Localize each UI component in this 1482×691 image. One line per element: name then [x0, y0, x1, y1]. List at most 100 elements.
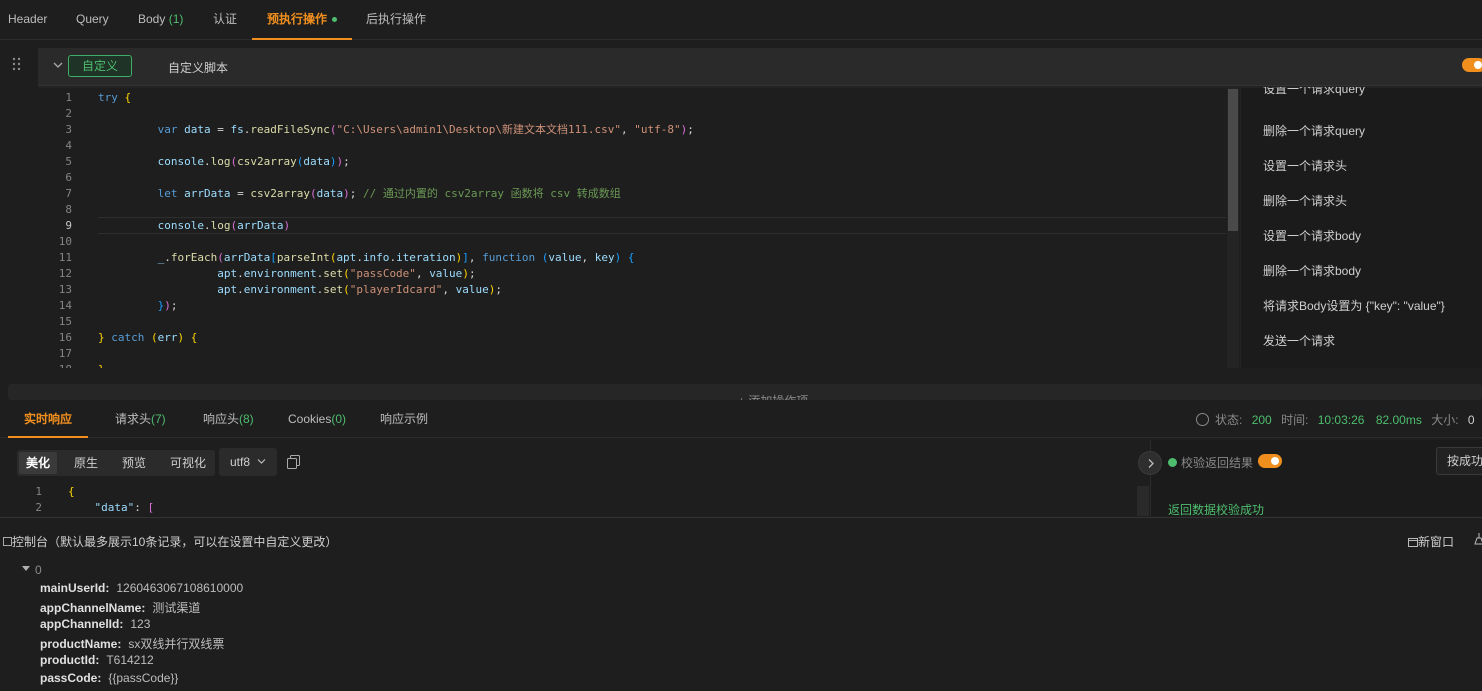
script-enable-toggle[interactable]	[1462, 58, 1482, 72]
by-success-select[interactable]: 按成功	[1436, 447, 1482, 475]
tab-realtime-response[interactable]: 实时响应	[8, 400, 89, 438]
snippet-send-request[interactable]: 发送一个请求	[1263, 332, 1335, 349]
tab-body-count: (1)	[168, 12, 184, 26]
editor-line-number: 1	[65, 91, 72, 104]
response-scrollbar[interactable]	[1137, 486, 1149, 516]
copy-icon[interactable]	[287, 455, 300, 469]
drag-handle-icon[interactable]	[12, 57, 24, 73]
code-line: } catch (err) {	[98, 331, 198, 344]
add-operation-label: + 添加操作项	[738, 392, 808, 400]
tab-response-headers[interactable]: 响应头(8)	[203, 400, 254, 438]
globe-icon	[1196, 413, 1209, 426]
custom-type-button[interactable]: 自定义	[68, 55, 132, 77]
editor-line-number: 16	[58, 331, 72, 344]
tab-realtime-label: 实时响应	[24, 412, 73, 426]
validation-result: 返回数据校验成功	[1168, 503, 1265, 517]
tab-header[interactable]: Header	[8, 0, 47, 40]
editor-line-number: 14	[58, 299, 72, 312]
console-kv-row: appChannelName: 测试渠道	[40, 601, 201, 615]
tab-body-label: Body	[138, 12, 166, 26]
add-operation-bar[interactable]: + 添加操作项	[8, 384, 1482, 400]
editor-line-number: 3	[65, 123, 72, 136]
code-line: apt.environment.set("playerIdcard", valu…	[217, 283, 503, 296]
code-line: });	[157, 299, 178, 312]
code-line: try {	[98, 91, 132, 104]
tab-response-headers-count: (8)	[239, 412, 254, 426]
response-code-line: "data": [	[68, 501, 155, 514]
tab-request-headers-count: (7)	[151, 412, 166, 426]
active-dot-icon	[332, 17, 338, 23]
snippet-delete-query[interactable]: 删除一个请求query	[1263, 122, 1365, 139]
view-raw-button[interactable]: 原生	[67, 452, 105, 474]
editor-line-number: 8	[65, 203, 72, 216]
console-kv-row: productId: T614212	[40, 653, 154, 667]
editor-line-number: 2	[65, 107, 72, 120]
editor-line-number: 15	[58, 315, 72, 328]
chevron-down-icon[interactable]	[52, 59, 66, 73]
tab-response-examples-label: 响应示例	[380, 412, 429, 426]
snippet-delete-body[interactable]: 删除一个请求body	[1263, 262, 1361, 279]
tab-auth[interactable]: 认证	[213, 0, 237, 40]
console-kv-row: passCode: {{passCode}}	[40, 671, 179, 685]
tab-response-headers-label: 响应头	[203, 412, 240, 426]
tab-query[interactable]: Query	[76, 0, 109, 40]
tab-request-headers-label: 请求头	[115, 412, 152, 426]
tab-header-label: Header	[8, 12, 48, 26]
console-kv-row: productName: sx双线并行双线票	[40, 637, 225, 651]
tab-pre-exec[interactable]: 预执行操作	[252, 0, 353, 40]
tab-response-examples[interactable]: 响应示例	[380, 400, 428, 438]
encoding-select[interactable]: utf8	[219, 448, 277, 476]
collapse-panel-button[interactable]	[1138, 451, 1162, 475]
view-visual-button[interactable]: 可视化	[163, 452, 213, 474]
editor-line-number: 18	[38, 362, 72, 368]
snippet-set-body-json[interactable]: 将请求Body设置为 {"key": "value"}	[1263, 297, 1445, 314]
tab-auth-label: 认证	[213, 12, 238, 26]
console-icon	[3, 537, 12, 546]
size-value: 0	[1467, 413, 1475, 427]
tab-body[interactable]: Body (1)	[138, 0, 183, 40]
code-line: _.forEach(arrData[parseInt(apt.info.iter…	[157, 251, 635, 264]
editor-line-number: 4	[65, 139, 72, 152]
tab-pre-exec-label: 预执行操作	[267, 12, 328, 26]
view-preview-button[interactable]: 预览	[115, 452, 153, 474]
status-code: 200	[1251, 413, 1272, 427]
status-label: 状态:	[1215, 413, 1243, 427]
size-label: 大小:	[1431, 413, 1459, 427]
code-line: let arrData = csv2array(data); // 通过内置的 …	[157, 187, 621, 200]
code-line: console.log(csv2array(data));	[157, 155, 350, 168]
duration-value: 82.00ms	[1375, 413, 1422, 427]
snippet-set-body[interactable]: 设置一个请求body	[1263, 227, 1361, 244]
new-window-icon	[1408, 538, 1418, 547]
script-card-header	[38, 48, 1482, 86]
tab-query-label: Query	[76, 12, 109, 26]
console-title: 控制台（默认最多展示10条记录，可以在设置中自定义更改）	[3, 533, 337, 550]
tab-cookies[interactable]: Cookies(0)	[288, 400, 346, 438]
validate-response-toggle[interactable]	[1258, 454, 1282, 468]
new-window-button[interactable]: 新窗口	[1408, 533, 1454, 550]
response-line-number: 2	[35, 501, 42, 514]
snippet-delete-header[interactable]: 删除一个请求头	[1263, 192, 1347, 209]
snippet-set-header[interactable]: 设置一个请求头	[1263, 157, 1347, 174]
editor-scrollbar-thumb[interactable]	[1228, 89, 1238, 231]
response-line-number: 1	[35, 485, 42, 498]
response-status: 状态: 200 时间: 10:03:26 82.00ms 大小: 0	[1196, 411, 1475, 428]
view-pretty-button[interactable]: 美化	[19, 452, 58, 474]
editor-line-number: 5	[65, 155, 72, 168]
tab-cookies-label: Cookies	[288, 412, 332, 426]
tab-request-headers[interactable]: 请求头(7)	[115, 400, 166, 438]
tab-post-exec[interactable]: 后执行操作	[366, 0, 426, 40]
editor-line-number: 13	[58, 283, 72, 296]
snippet-set-query[interactable]: 设置一个请求query	[1263, 87, 1365, 101]
encoding-value: utf8	[230, 455, 251, 469]
console-entry-index: 0	[35, 563, 42, 577]
clear-console-icon[interactable]	[1474, 533, 1482, 548]
expand-triangle-icon[interactable]	[22, 566, 30, 571]
custom-script-label: 自定义脚本	[168, 61, 229, 75]
validate-response-label: 校验返回结果	[1168, 454, 1253, 471]
editor-line-number: 11	[58, 251, 72, 264]
response-code-line: {	[68, 485, 75, 498]
editor-line-number: 6	[65, 171, 72, 184]
editor-line-number: 12	[58, 267, 72, 280]
console-kv-row: appChannelId: 123	[40, 617, 151, 631]
code-line: }	[98, 362, 105, 368]
